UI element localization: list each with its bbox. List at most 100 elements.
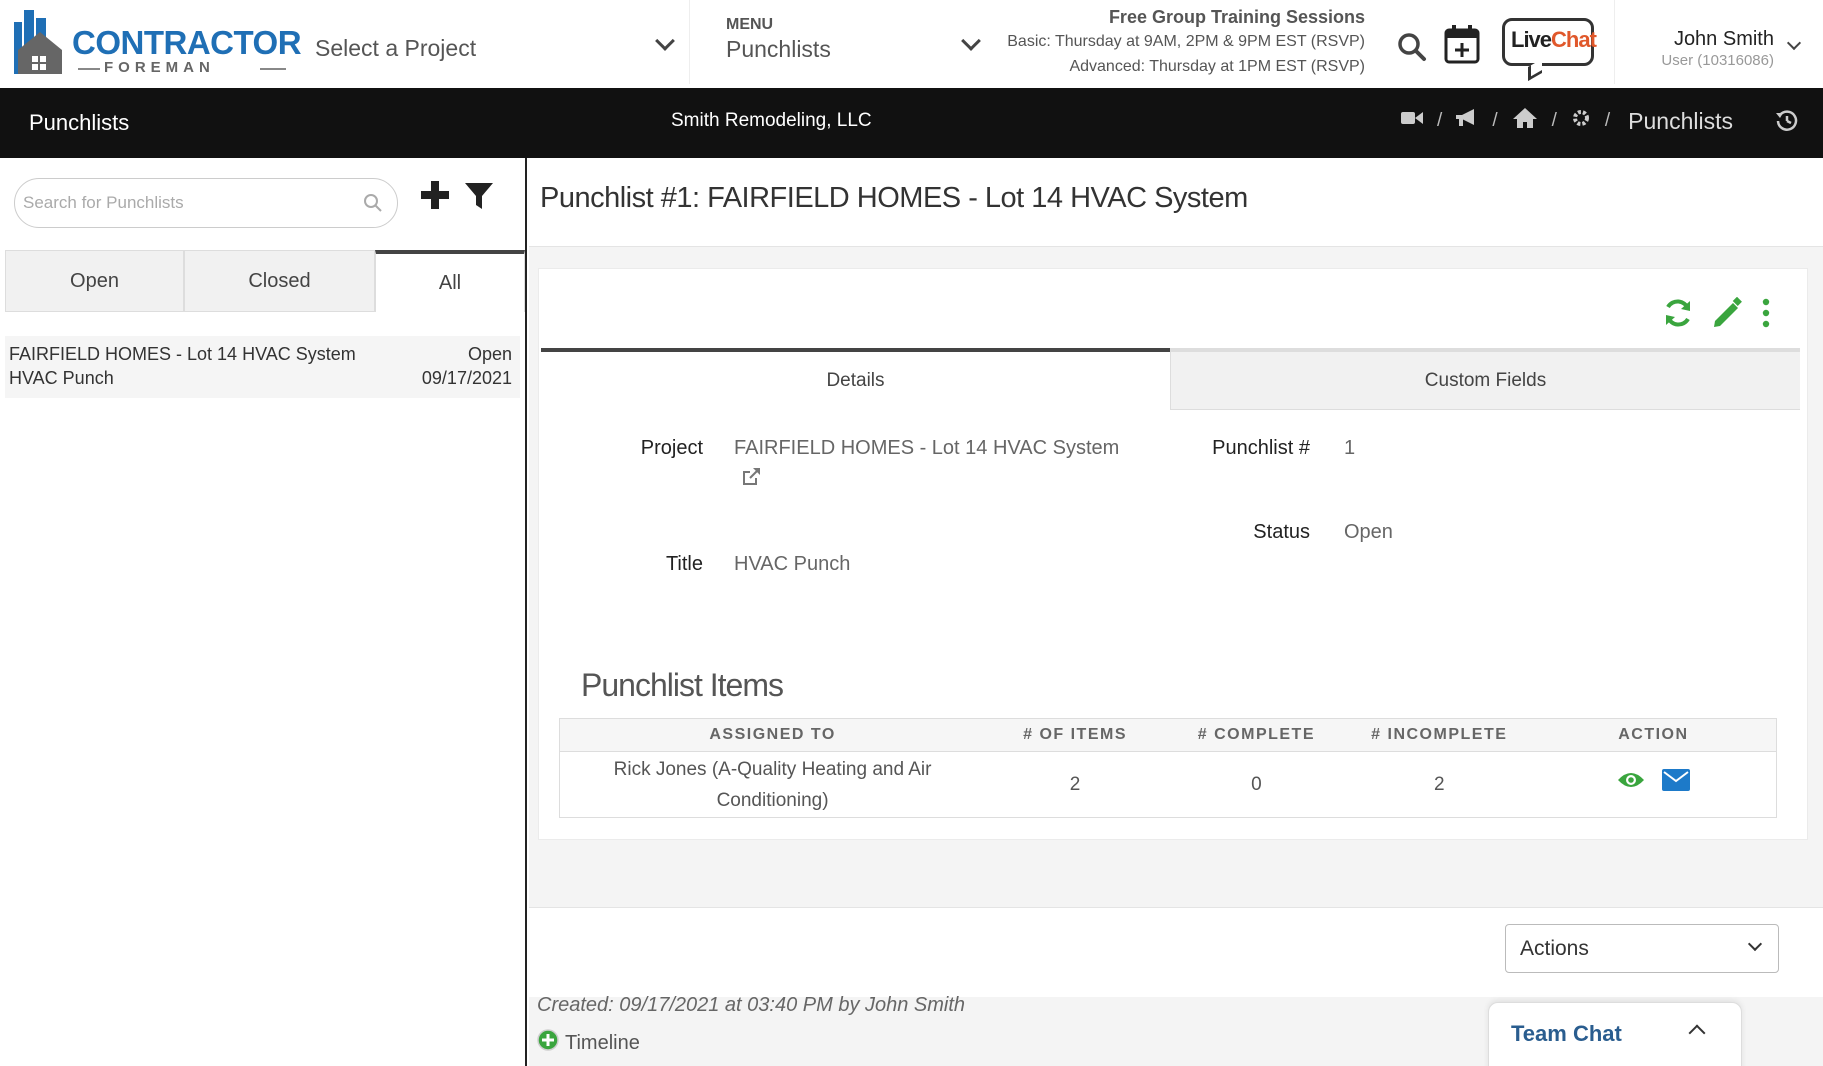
col-assigned-to: ASSIGNED TO: [559, 718, 986, 752]
chevron-down-icon: [961, 31, 981, 51]
menu-select[interactable]: MENU Punchlists: [708, 0, 996, 84]
col-of-items: # OF ITEMS: [985, 718, 1165, 752]
punchlist-number-value: 1: [1344, 437, 1356, 459]
title-value: HVAC Punch: [734, 553, 851, 575]
calendar-plus-icon[interactable]: [1444, 24, 1480, 69]
list-item-project: FAIRFIELD HOMES - Lot 14 HVAC System: [9, 344, 356, 364]
filter-icon[interactable]: [464, 182, 494, 215]
punchlist-number-label: Punchlist #: [1212, 437, 1310, 459]
video-icon[interactable]: [1401, 110, 1424, 132]
list-item[interactable]: FAIRFIELD HOMES - Lot 14 HVAC System HVA…: [5, 336, 520, 398]
livechat-button[interactable]: LiveChat: [1502, 18, 1597, 66]
logo-line-right: [260, 68, 286, 70]
refresh-icon[interactable]: [1663, 298, 1693, 333]
detail-header: Punchlist #1: FAIRFIELD HOMES - Lot 14 H…: [529, 158, 1823, 247]
col-action: ACTION: [1530, 718, 1777, 752]
logo-text-main: CONTRACTOR: [72, 24, 302, 61]
tab-closed[interactable]: Closed: [184, 250, 375, 312]
plus-circle-icon: [537, 1029, 559, 1057]
training-info: Free Group Training Sessions Basic: Thur…: [1007, 6, 1365, 78]
logo-text-sub: FOREMAN: [104, 59, 215, 76]
training-title: Free Group Training Sessions: [1108, 7, 1365, 27]
module-bar: Punchlists Smith Remodeling, LLC / / / /…: [0, 88, 1823, 158]
breadcrumb-separator: /: [1551, 110, 1557, 131]
detail-card: Details Custom Fields Project FAIRFIELD …: [538, 268, 1808, 840]
tab-custom-fields[interactable]: Custom Fields: [1170, 348, 1800, 410]
tab-details[interactable]: Details: [541, 348, 1170, 410]
col-complete: # COMPLETE: [1164, 718, 1348, 752]
view-eye-icon[interactable]: [1617, 769, 1645, 800]
chevron-down-icon: [1786, 35, 1802, 51]
detail-tabs: Details Custom Fields: [541, 348, 1800, 410]
search-box: [14, 178, 398, 228]
project-value: FAIRFIELD HOMES - Lot 14 HVAC System: [734, 437, 1120, 459]
more-options-icon[interactable]: [1761, 298, 1771, 333]
breadcrumb-separator: /: [1604, 110, 1611, 131]
cell-incomplete: 2: [1433, 774, 1445, 795]
search-icon[interactable]: [1397, 32, 1427, 67]
project-select[interactable]: Select a Project: [298, 0, 690, 84]
timeline-toggle[interactable]: Timeline: [537, 1029, 640, 1057]
megaphone-icon[interactable]: [1456, 109, 1478, 133]
history-icon[interactable]: [1775, 109, 1799, 138]
breadcrumb-separator: /: [1492, 110, 1498, 131]
user-menu[interactable]: John Smith User (10316086): [1614, 0, 1823, 84]
punchlist-list-panel: Open Closed All FAIRFIELD HOMES - Lot 14…: [0, 158, 527, 1066]
edit-pencil-icon[interactable]: [1711, 296, 1743, 334]
external-link-icon[interactable]: [741, 467, 761, 492]
cell-of-items: 2: [1069, 774, 1081, 795]
menu-small-label: MENU: [726, 16, 774, 33]
home-icon[interactable]: [1512, 107, 1538, 135]
footer-actions-strip: Actions: [529, 907, 1823, 997]
list-item-title: HVAC Punch: [9, 368, 114, 388]
search-icon[interactable]: [363, 193, 383, 218]
livechat-live-text: Live: [1511, 27, 1552, 52]
contractor-foreman-logo[interactable]: CONTRACTOR FOREMAN: [12, 10, 302, 76]
logo-line-left: [78, 68, 100, 70]
company-name: Smith Remodeling, LLC: [671, 110, 872, 131]
card-actions: [1663, 296, 1771, 334]
project-select-label: Select a Project: [315, 35, 477, 61]
list-item-status: Open: [467, 344, 512, 364]
logo-house-icon: [14, 10, 62, 74]
top-header: CONTRACTOR FOREMAN Select a Project MENU…: [0, 0, 1823, 88]
title-label: Title: [665, 553, 703, 575]
project-label: Project: [640, 437, 703, 459]
user-name: John Smith: [1673, 28, 1774, 50]
livechat-chat-text: Chat: [1551, 27, 1597, 52]
table-header-row: ASSIGNED TO # OF ITEMS # COMPLETE # INCO…: [559, 718, 1777, 752]
breadcrumb: / / / / Punchlists: [1401, 107, 1733, 135]
punchlist-detail-panel: Punchlist #1: FAIRFIELD HOMES - Lot 14 H…: [529, 158, 1823, 1066]
add-punchlist-button[interactable]: [420, 180, 450, 210]
status-tabs: Open Closed All: [5, 250, 525, 312]
team-chat-widget[interactable]: Team Chat: [1488, 1002, 1742, 1066]
page-title: Punchlist #1: FAIRFIELD HOMES - Lot 14 H…: [540, 182, 1248, 214]
cell-action: [1531, 752, 1777, 818]
status-label: Status: [1253, 521, 1310, 543]
breadcrumb-current: Punchlists: [1628, 107, 1733, 134]
gear-icon[interactable]: [1571, 108, 1591, 134]
punchlist-items-table: ASSIGNED TO # OF ITEMS # COMPLETE # INCO…: [559, 718, 1777, 818]
chevron-down-icon: [1747, 936, 1763, 952]
search-input[interactable]: [23, 189, 343, 217]
training-basic-link[interactable]: Basic: Thursday at 9AM, 2PM & 9PM EST (R…: [1007, 28, 1365, 55]
col-incomplete: # INCOMPLETE: [1347, 718, 1531, 752]
chevron-down-icon: [655, 31, 675, 51]
cell-complete: 0: [1251, 774, 1262, 795]
actions-dropdown[interactable]: Actions: [1505, 924, 1779, 973]
user-id: User (10316086): [1661, 52, 1774, 69]
breadcrumb-separator: /: [1437, 110, 1443, 131]
cell-assigned-to: Rick Jones (A-Quality Heating and Air Co…: [613, 758, 932, 811]
status-value: Open: [1344, 521, 1393, 543]
team-chat-label: Team Chat: [1511, 1021, 1622, 1046]
tab-open[interactable]: Open: [5, 250, 184, 312]
table-row: Rick Jones (A-Quality Heating and Air Co…: [560, 752, 1777, 818]
tab-all[interactable]: All: [375, 250, 525, 312]
punchlist-items-heading: Punchlist Items: [581, 667, 784, 703]
training-advanced-link[interactable]: Advanced: Thursday at 1PM EST (RSVP): [1007, 55, 1365, 78]
chevron-up-icon: [1688, 1024, 1706, 1042]
created-info: Created: 09/17/2021 at 03:40 PM by John …: [537, 994, 966, 1016]
menu-value: Punchlists: [726, 36, 831, 62]
timeline-label: Timeline: [565, 1031, 640, 1054]
email-envelope-icon[interactable]: [1662, 768, 1690, 801]
